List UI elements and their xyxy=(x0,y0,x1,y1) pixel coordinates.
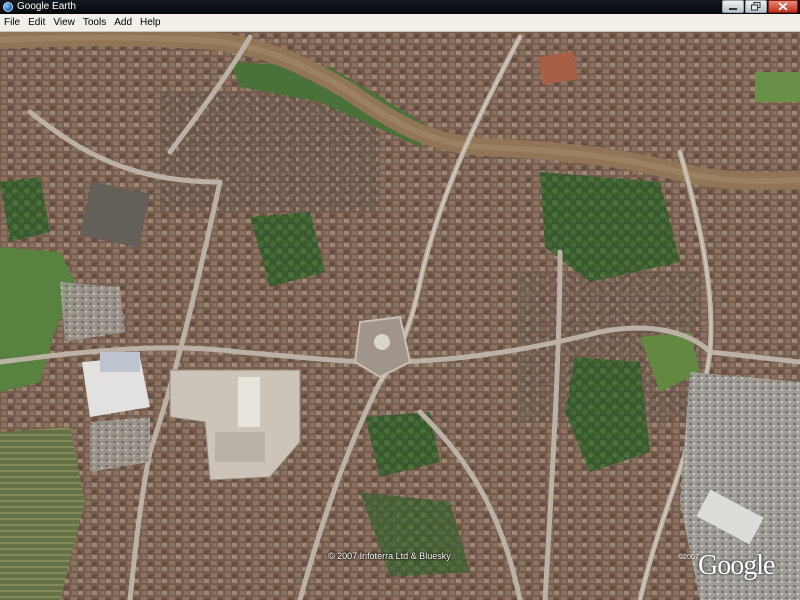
close-button[interactable] xyxy=(768,0,798,13)
window-title: Google Earth xyxy=(17,1,76,12)
maximize-button[interactable] xyxy=(745,0,767,13)
menu-tools[interactable]: Tools xyxy=(79,14,110,32)
menu-file[interactable]: File xyxy=(0,14,24,32)
google-earth-window: Google Earth File Edit View Tools Add He… xyxy=(0,0,800,600)
map-view[interactable]: © 2007 Infoterra Ltd & Bluesky ©2007 Goo… xyxy=(0,32,800,600)
minimize-icon xyxy=(729,7,737,10)
menu-bar: File Edit View Tools Add Help xyxy=(0,14,800,32)
imagery-copyright: © 2007 Infoterra Ltd & Bluesky xyxy=(328,551,451,561)
atmosphere-haze xyxy=(0,32,800,600)
restore-icon xyxy=(751,2,761,11)
menu-view[interactable]: View xyxy=(49,14,79,32)
satellite-imagery[interactable] xyxy=(0,32,800,600)
menu-edit[interactable]: Edit xyxy=(24,14,49,32)
window-controls xyxy=(722,0,798,13)
title-bar[interactable]: Google Earth xyxy=(0,0,800,14)
logo-copyright: ©2007 xyxy=(678,554,699,561)
google-earth-globe-icon xyxy=(3,2,13,12)
google-logo: Google xyxy=(698,550,775,581)
minimize-button[interactable] xyxy=(722,0,744,13)
menu-add[interactable]: Add xyxy=(110,14,136,32)
close-icon xyxy=(778,2,788,11)
menu-help[interactable]: Help xyxy=(136,14,165,32)
